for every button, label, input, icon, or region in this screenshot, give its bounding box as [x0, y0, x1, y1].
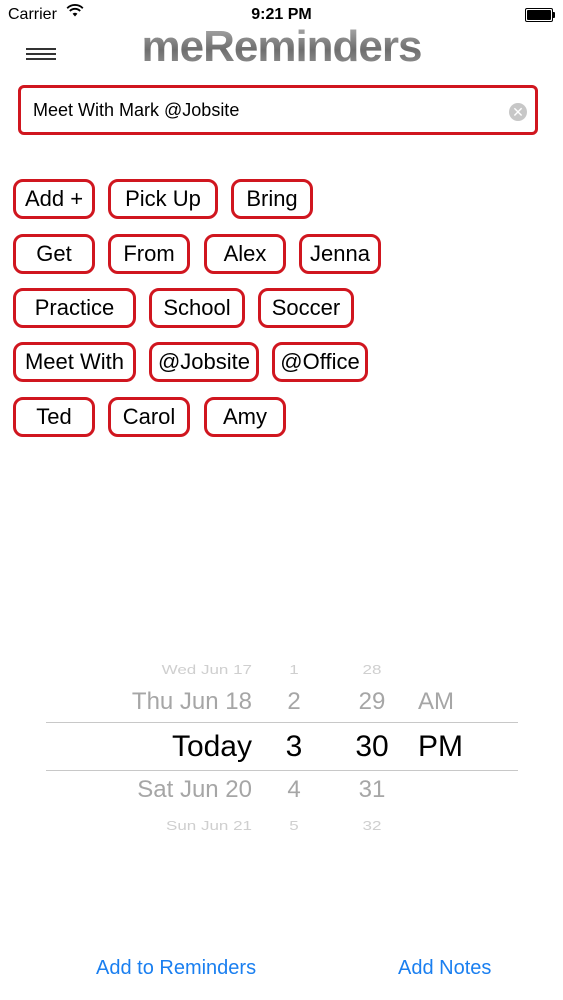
- chip-pick-up[interactable]: Pick Up: [108, 179, 218, 219]
- chip-carol[interactable]: Carol: [108, 397, 190, 437]
- add-to-reminders-link[interactable]: Add to Reminders: [96, 957, 256, 980]
- chip-bring[interactable]: Bring: [231, 179, 313, 219]
- picker-hour-column[interactable]: 1 2 3 4 5: [274, 650, 314, 840]
- picker-ampm-selected[interactable]: PM: [418, 730, 463, 764]
- chip-soccer[interactable]: Soccer: [258, 288, 354, 328]
- picker-hour-option[interactable]: 2: [274, 688, 314, 716]
- picker-date-selected[interactable]: Today: [172, 730, 252, 764]
- picker-hour-selected[interactable]: 3: [274, 730, 314, 764]
- picker-minute-option[interactable]: 32: [350, 819, 394, 834]
- picker-date-option[interactable]: Thu Jun 18: [132, 688, 252, 716]
- add-notes-link[interactable]: Add Notes: [398, 957, 491, 980]
- picker-minute-option[interactable]: 29: [350, 688, 394, 716]
- reminder-input-field: ✕: [18, 85, 538, 135]
- reminder-input[interactable]: [33, 88, 503, 132]
- chip-from[interactable]: From: [108, 234, 190, 274]
- picker-date-column[interactable]: Wed Jun 17 Thu Jun 18 Today Sat Jun 20 S…: [46, 650, 252, 840]
- picker-hour-option[interactable]: 1: [274, 663, 314, 678]
- chip-meet-with[interactable]: Meet With: [13, 342, 136, 382]
- date-time-picker[interactable]: Wed Jun 17 Thu Jun 18 Today Sat Jun 20 S…: [46, 650, 518, 840]
- app-title: meReminders: [0, 22, 563, 72]
- picker-hour-option[interactable]: 4: [274, 776, 314, 804]
- picker-minute-option[interactable]: 28: [350, 663, 394, 678]
- chip-practice[interactable]: Practice: [13, 288, 136, 328]
- clear-circle-icon[interactable]: ✕: [509, 103, 527, 121]
- battery-icon: [525, 8, 555, 22]
- chip-ted[interactable]: Ted: [13, 397, 95, 437]
- picker-ampm-column[interactable]: AM PM: [418, 650, 468, 840]
- chip-get[interactable]: Get: [13, 234, 95, 274]
- picker-minute-column[interactable]: 28 29 30 31 32: [350, 650, 394, 840]
- chip-amy[interactable]: Amy: [204, 397, 286, 437]
- picker-date-option[interactable]: Sat Jun 20: [137, 776, 252, 804]
- chip-school[interactable]: School: [149, 288, 245, 328]
- picker-ampm-option[interactable]: AM: [418, 688, 454, 716]
- picker-minute-option[interactable]: 31: [350, 776, 394, 804]
- chip-jenna[interactable]: Jenna: [299, 234, 381, 274]
- picker-date-option[interactable]: Wed Jun 17: [162, 663, 252, 678]
- chip-add[interactable]: Add +: [13, 179, 95, 219]
- chip-jobsite[interactable]: @Jobsite: [149, 342, 259, 382]
- chip-office[interactable]: @Office: [272, 342, 368, 382]
- chip-alex[interactable]: Alex: [204, 234, 286, 274]
- picker-minute-selected[interactable]: 30: [350, 730, 394, 764]
- picker-date-option[interactable]: Sun Jun 21: [166, 819, 252, 834]
- picker-hour-option[interactable]: 5: [274, 819, 314, 834]
